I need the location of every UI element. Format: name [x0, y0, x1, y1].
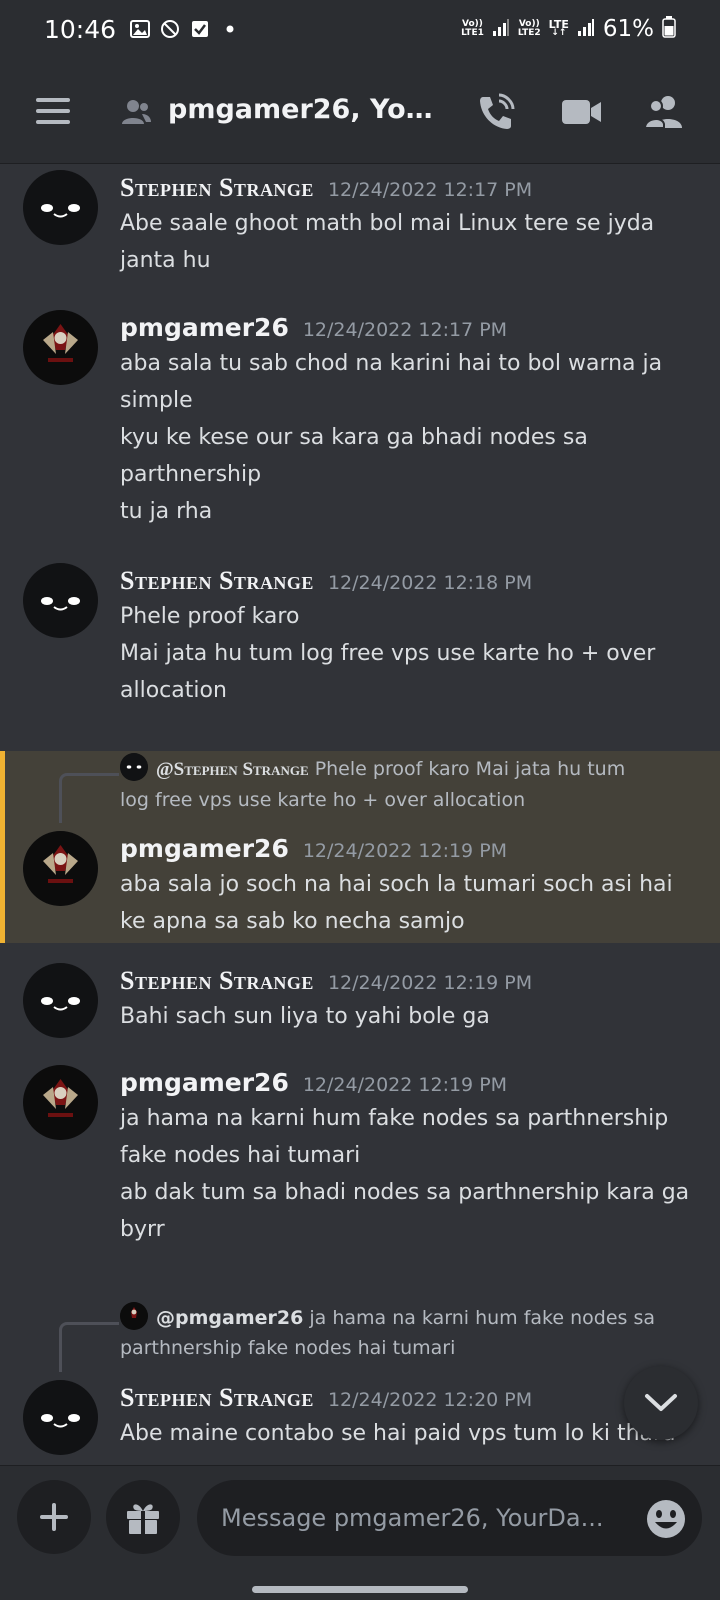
reply-text: log free vps use karte ho + over allocat…: [120, 789, 526, 811]
message-input[interactable]: [197, 1480, 702, 1556]
avatar-stephen-strange[interactable]: [23, 1380, 98, 1455]
emoji-icon[interactable]: [646, 1499, 686, 1539]
gallery-notification-icon: [130, 19, 151, 39]
message-text: Abe maine contabo se hai paid vps tum lo…: [120, 1421, 676, 1446]
message-timestamp: 12/24/2022 12:19 PM: [302, 840, 508, 862]
battery-percent: 61%: [602, 16, 654, 42]
reply-connector: [59, 773, 119, 823]
jump-to-bottom-button[interactable]: [624, 1366, 698, 1440]
sim1-label: Vo)) LTE1: [461, 19, 484, 38]
message-text: aba sala jo soch na hai soch la tumari s…: [120, 872, 673, 897]
message-list[interactable]: Stephen Strange 12/24/2022 12:17 PM Abe …: [0, 165, 720, 1465]
message-timestamp: 12/24/2022 12:19 PM: [327, 972, 533, 994]
message-timestamp: 12/24/2022 12:19 PM: [302, 1074, 508, 1096]
message-author[interactable]: pmgamer26: [120, 313, 289, 342]
reply-author[interactable]: @pmgamer26: [156, 1307, 303, 1329]
message-text: janta hu: [120, 248, 211, 273]
message-text: simple: [120, 388, 193, 413]
reply-connector: [59, 1322, 119, 1372]
avatar-stephen-strange[interactable]: [23, 170, 98, 245]
call-icon[interactable]: [472, 88, 520, 136]
message-composer: [0, 1465, 720, 1600]
message-timestamp: 12/24/2022 12:20 PM: [327, 1389, 533, 1411]
reply-avatar: [120, 1302, 148, 1330]
avatar-pmgamer26[interactable]: [23, 831, 98, 906]
avatar-pmgamer26[interactable]: [23, 1065, 98, 1140]
message-timestamp: 12/24/2022 12:17 PM: [327, 179, 533, 201]
gesture-navigation-bar[interactable]: [252, 1586, 468, 1593]
checkbox-notification-icon: [190, 19, 210, 39]
message-author[interactable]: Stephen Strange: [120, 173, 314, 203]
reply-text: ja hama na karni hum fake nodes sa: [309, 1307, 656, 1329]
signal-icon: [492, 17, 510, 41]
message-text: byrr: [120, 1217, 165, 1242]
message-timestamp: 12/24/2022 12:17 PM: [302, 319, 508, 341]
message-text: ke apna sa sab ko necha samjo: [120, 909, 465, 934]
message-text: Mai jata hu tum log free vps use karte h…: [120, 641, 656, 666]
plus-icon[interactable]: [17, 1480, 91, 1554]
data-saver-icon: [160, 19, 180, 39]
message-author[interactable]: Stephen Strange: [120, 1383, 314, 1413]
sim2-label: Vo)) LTE2: [517, 19, 541, 38]
reply-reference[interactable]: @Stephen Strange Phele proof karo Mai ja…: [120, 753, 680, 815]
message-text: Bahi sach sun liya to yahi bole ga: [120, 1004, 490, 1029]
reply-author[interactable]: @Stephen Strange: [156, 759, 309, 780]
message-text: ja hama na karni hum fake nodes sa parth…: [120, 1106, 669, 1131]
lte-label: LTE ↓↑: [548, 18, 569, 38]
message-text: tu ja rha: [120, 499, 213, 524]
reply-text: parthnership fake nodes hai tumari: [120, 1337, 456, 1359]
avatar-stephen-strange[interactable]: [23, 963, 98, 1038]
status-time: 10:46: [44, 14, 117, 44]
status-bar: 10:46 Vo)) LTE1 Vo)) LTE2 LTE ↓↑ 61%: [0, 0, 720, 58]
message-text: Abe saale ghoot math bol mai Linux tere …: [120, 211, 655, 236]
menu-icon[interactable]: [36, 98, 70, 124]
reply-reference[interactable]: @pmgamer26 ja hama na karni hum fake nod…: [120, 1302, 680, 1363]
avatar-pmgamer26[interactable]: [23, 310, 98, 385]
message-text: kyu ke kese our sa kara ga bhadi nodes s…: [120, 425, 588, 450]
channel-title[interactable]: pmgamer26, YourD..: [168, 94, 444, 125]
channel-header: pmgamer26, YourD..: [0, 58, 720, 164]
message-author[interactable]: pmgamer26: [120, 834, 289, 863]
message-author[interactable]: pmgamer26: [120, 1068, 289, 1097]
message-author[interactable]: Stephen Strange: [120, 566, 314, 596]
message-text: allocation: [120, 678, 227, 703]
video-icon[interactable]: [558, 88, 606, 136]
message-text: aba sala tu sab chod na karini hai to bo…: [120, 351, 663, 376]
message-text: fake nodes hai tumari: [120, 1143, 361, 1168]
reply-text: Phele proof karo Mai jata hu tum: [314, 758, 626, 780]
message-item-mention-highlight[interactable]: @Stephen Strange Phele proof karo Mai ja…: [0, 751, 720, 943]
message-timestamp: 12/24/2022 12:18 PM: [327, 572, 533, 594]
signal-icon: [577, 17, 595, 41]
gift-icon[interactable]: [106, 1480, 180, 1554]
dot-icon: [220, 19, 240, 39]
battery-icon: [662, 16, 676, 42]
message-text: Phele proof karo: [120, 604, 300, 629]
members-icon[interactable]: [640, 88, 688, 136]
message-text: ab dak tum sa bhadi nodes sa parthnershi…: [120, 1180, 690, 1205]
chevron-down-icon: [645, 1394, 677, 1411]
group-dm-icon: [120, 98, 152, 130]
message-author[interactable]: Stephen Strange: [120, 966, 314, 996]
reply-avatar: [120, 753, 148, 781]
message-text: parthnership: [120, 462, 262, 487]
avatar-stephen-strange[interactable]: [23, 563, 98, 638]
